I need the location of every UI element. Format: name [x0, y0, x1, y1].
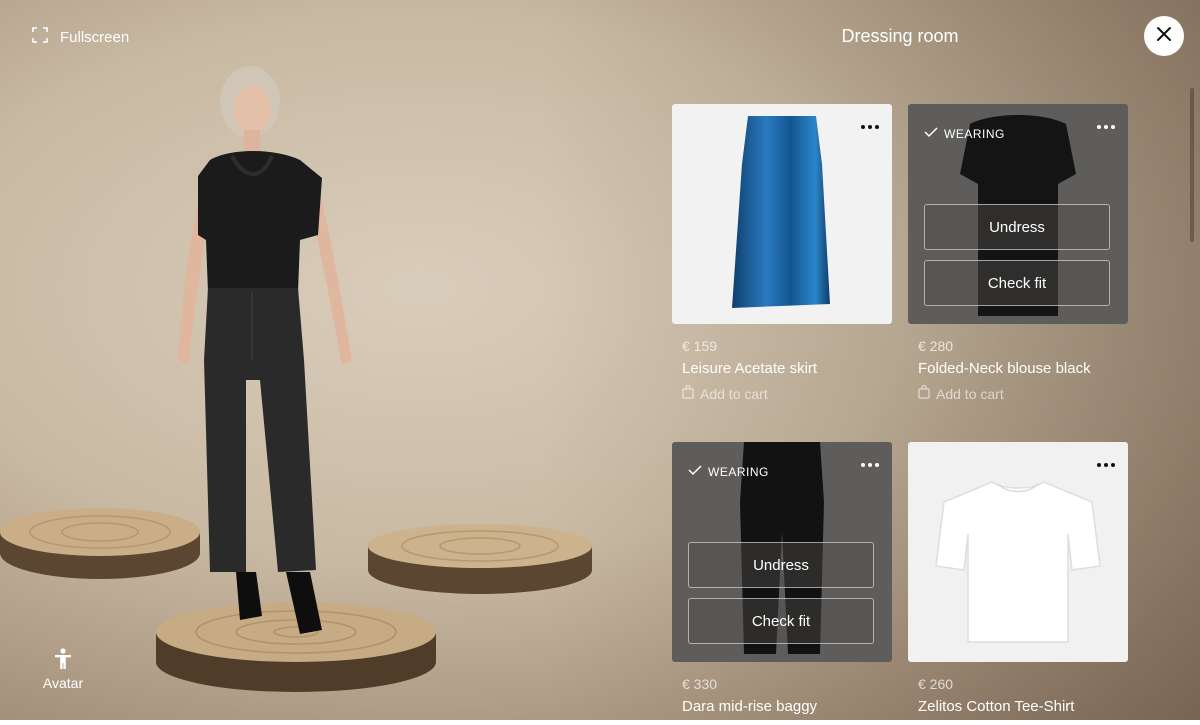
undress-button[interactable]: Undress [688, 542, 874, 588]
person-icon [53, 648, 73, 673]
more-options-button[interactable] [1094, 458, 1118, 472]
product-image[interactable]: WEARING Undress Check fit [672, 442, 892, 662]
close-button[interactable] [1144, 16, 1184, 56]
add-to-cart-button[interactable]: Add to cart [672, 384, 892, 402]
shopping-bag-icon [682, 384, 694, 402]
fullscreen-icon [32, 27, 48, 47]
wearing-badge: WEARING [924, 126, 1005, 141]
add-to-cart-label: Add to cart [936, 385, 1004, 402]
product-image[interactable]: WEARING Undress Check fit [908, 104, 1128, 324]
wearing-label: WEARING [708, 464, 769, 479]
product-price: € 159 [682, 338, 718, 354]
tshirt-image [935, 481, 1101, 643]
wearing-badge: WEARING [688, 464, 769, 479]
product-name[interactable]: Leisure Acetate skirt [672, 360, 892, 377]
product-card[interactable]: € 159 Leisure Acetate skirt Add to cart [672, 104, 892, 402]
add-to-cart-label: Add to cart [700, 385, 768, 402]
product-card[interactable]: WEARING Undress Check fit € 330 Dara mid… [672, 442, 892, 715]
fullscreen-button[interactable]: Fullscreen [32, 27, 129, 47]
shopping-bag-icon [918, 384, 930, 402]
check-icon [924, 126, 938, 141]
close-icon [1156, 26, 1172, 47]
add-to-cart-button[interactable]: Add to cart [908, 384, 1128, 402]
product-price: € 260 [918, 676, 954, 692]
check-icon [688, 464, 702, 479]
wood-slice-left [0, 508, 200, 579]
wearing-label: WEARING [944, 126, 1005, 141]
product-name[interactable]: Dara mid-rise baggy [672, 698, 892, 715]
more-options-button[interactable] [858, 120, 882, 134]
avatar-button[interactable]: Avatar [38, 648, 88, 691]
product-price: € 330 [682, 676, 718, 692]
check-fit-button[interactable]: Check fit [924, 260, 1110, 306]
scrollbar[interactable] [1190, 88, 1194, 242]
wood-slice-right [368, 524, 592, 594]
product-name[interactable]: Folded-Neck blouse black [908, 360, 1128, 377]
product-card[interactable]: € 260 Zelitos Cotton Tee-Shirt [908, 442, 1128, 715]
product-image[interactable] [908, 442, 1128, 662]
check-fit-button[interactable]: Check fit [688, 598, 874, 644]
more-options-button[interactable] [858, 458, 882, 472]
skirt-image [732, 116, 830, 308]
undress-button[interactable]: Undress [924, 204, 1110, 250]
avatar-figure [178, 66, 352, 634]
avatar-scene [0, 60, 640, 720]
more-options-button[interactable] [1094, 120, 1118, 134]
product-price: € 280 [918, 338, 954, 354]
fullscreen-label: Fullscreen [60, 28, 130, 46]
avatar-label: Avatar [42, 675, 84, 691]
product-image[interactable] [672, 104, 892, 324]
product-name[interactable]: Zelitos Cotton Tee-Shirt [908, 698, 1128, 715]
page-title: Dressing room [841, 26, 959, 46]
product-card[interactable]: WEARING Undress Check fit € 280 Folded-N… [908, 104, 1128, 402]
